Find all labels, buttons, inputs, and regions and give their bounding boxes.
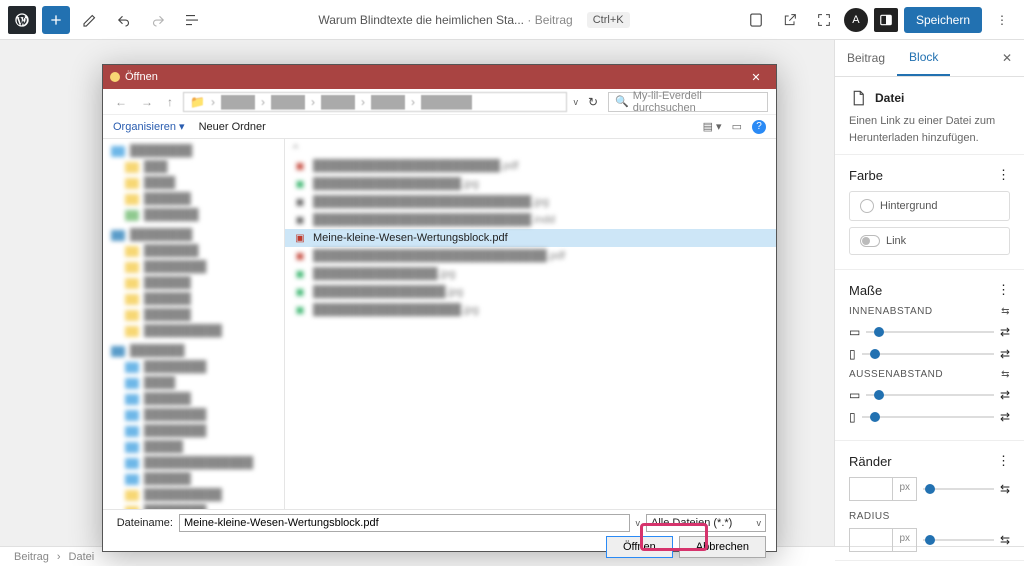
sidebar-toggle-icon[interactable] bbox=[874, 8, 898, 32]
file-open-dialog: Öffnen ✕ ← → ↑ 📁›████›████›████›████›███… bbox=[102, 64, 777, 552]
organise-button[interactable]: Organisieren ▾ bbox=[113, 120, 185, 133]
redo-icon[interactable] bbox=[144, 6, 172, 34]
more-menu-icon[interactable]: ⋮ bbox=[988, 6, 1016, 34]
edit-mode-icon[interactable] bbox=[76, 6, 104, 34]
border-title: Ränder bbox=[849, 454, 892, 469]
preview-pane-icon[interactable]: ▭ bbox=[732, 120, 742, 133]
dims-title: Maße bbox=[849, 283, 882, 298]
filetype-combo[interactable]: Alle Dateien (*.*)v bbox=[646, 514, 766, 532]
dialog-footer: Dateiname: v Alle Dateien (*.*)v Öffnen … bbox=[103, 509, 776, 553]
bg-color-button[interactable]: Hintergrund bbox=[849, 191, 1010, 221]
color-title: Farbe bbox=[849, 168, 883, 183]
breadcrumb-path[interactable]: 📁›████›████›████›████›██████ bbox=[183, 92, 567, 112]
view-mode-icon[interactable]: ▤ ▾ bbox=[703, 120, 722, 133]
dialog-nav-bar: ← → ↑ 📁›████›████›████›████›██████ v ↻ 🔍… bbox=[103, 89, 776, 115]
post-title-area[interactable]: Warum Blindtexte die heimlichen Sta... ·… bbox=[212, 12, 736, 28]
tab-post[interactable]: Beitrag bbox=[835, 41, 897, 75]
block-desc: Einen Link zu einer Datei zum Herunterla… bbox=[849, 113, 1010, 146]
undo-icon[interactable] bbox=[110, 6, 138, 34]
add-block-button[interactable] bbox=[42, 6, 70, 34]
border-width-input[interactable]: px bbox=[849, 477, 917, 501]
refresh-icon[interactable]: ↻ bbox=[584, 93, 602, 111]
device-preview-icon[interactable] bbox=[742, 6, 770, 34]
file-list[interactable]: ^ ▣████████████████████████.pdf ▣███████… bbox=[285, 139, 776, 509]
margin-v-slider[interactable]: ▯⇄ bbox=[849, 410, 1010, 424]
fullscreen-icon[interactable] bbox=[810, 6, 838, 34]
editor-top-toolbar: Warum Blindtexte die heimlichen Sta... ·… bbox=[0, 0, 1024, 40]
new-folder-button[interactable]: Neuer Ordner bbox=[199, 121, 266, 133]
cancel-button[interactable]: Abbrechen bbox=[679, 536, 766, 558]
user-avatar[interactable]: A bbox=[844, 8, 868, 32]
dialog-titlebar: Öffnen ✕ bbox=[103, 65, 776, 89]
link-sides-icon[interactable]: ⇆ bbox=[1000, 533, 1010, 547]
link-sides-icon[interactable]: ⇆ bbox=[1000, 482, 1010, 496]
file-icon bbox=[849, 89, 867, 107]
nav-up-icon[interactable]: ↑ bbox=[163, 93, 177, 111]
external-preview-icon[interactable] bbox=[776, 6, 804, 34]
close-sidebar-icon[interactable]: ✕ bbox=[990, 41, 1024, 75]
settings-sidebar: Beitrag Block ✕ Datei Einen Link zu eine… bbox=[834, 40, 1024, 546]
publish-button[interactable]: Speichern bbox=[904, 7, 982, 33]
doc-title: Warum Blindtexte die heimlichen Sta... bbox=[318, 13, 524, 27]
block-name: Datei bbox=[875, 91, 904, 105]
margin-h-slider[interactable]: ▭⇄ bbox=[849, 388, 1010, 402]
file-name-selected: Meine-kleine-Wesen-Wertungsblock.pdf bbox=[313, 232, 508, 244]
filename-input[interactable] bbox=[179, 514, 630, 532]
close-icon[interactable]: ✕ bbox=[742, 71, 770, 84]
editor-canvas: Öffnen ✕ ← → ↑ 📁›████›████›████›████›███… bbox=[0, 40, 834, 546]
section-more-icon[interactable]: ⋮ bbox=[997, 453, 1010, 469]
file-row-selected[interactable]: ▣Meine-kleine-Wesen-Wertungsblock.pdf bbox=[285, 229, 776, 247]
outline-icon[interactable] bbox=[178, 6, 206, 34]
link-sides-icon[interactable]: ⇆ bbox=[1001, 306, 1010, 317]
wordpress-logo[interactable] bbox=[8, 6, 36, 34]
radius-input[interactable]: px bbox=[849, 528, 917, 552]
link-color-button[interactable]: Link bbox=[849, 227, 1010, 255]
section-more-icon[interactable]: ⋮ bbox=[997, 282, 1010, 298]
nav-fwd-icon: → bbox=[137, 93, 157, 111]
section-more-icon[interactable]: ⋮ bbox=[997, 167, 1010, 183]
open-button[interactable]: Öffnen bbox=[606, 536, 673, 558]
shortcut-chip: Ctrl+K bbox=[587, 12, 630, 28]
help-icon[interactable]: ? bbox=[752, 120, 766, 134]
search-field[interactable]: 🔍My-lil-Everdell durchsuchen bbox=[608, 92, 768, 112]
nav-back-icon[interactable]: ← bbox=[111, 93, 131, 111]
filename-label: Dateiname: bbox=[113, 517, 173, 529]
padding-h-slider[interactable]: ▭⇄ bbox=[849, 325, 1010, 339]
link-sides-icon[interactable]: ⇆ bbox=[1001, 369, 1010, 380]
dialog-toolbar: Organisieren ▾ Neuer Ordner ▤ ▾ ▭ ? bbox=[103, 115, 776, 139]
padding-v-slider[interactable]: ▯⇄ bbox=[849, 347, 1010, 361]
dialog-title: Öffnen bbox=[125, 71, 158, 83]
tab-block[interactable]: Block bbox=[897, 40, 950, 76]
folder-tree[interactable]: ████████ ███ ████ ██████ ███████ ███████… bbox=[103, 139, 285, 509]
